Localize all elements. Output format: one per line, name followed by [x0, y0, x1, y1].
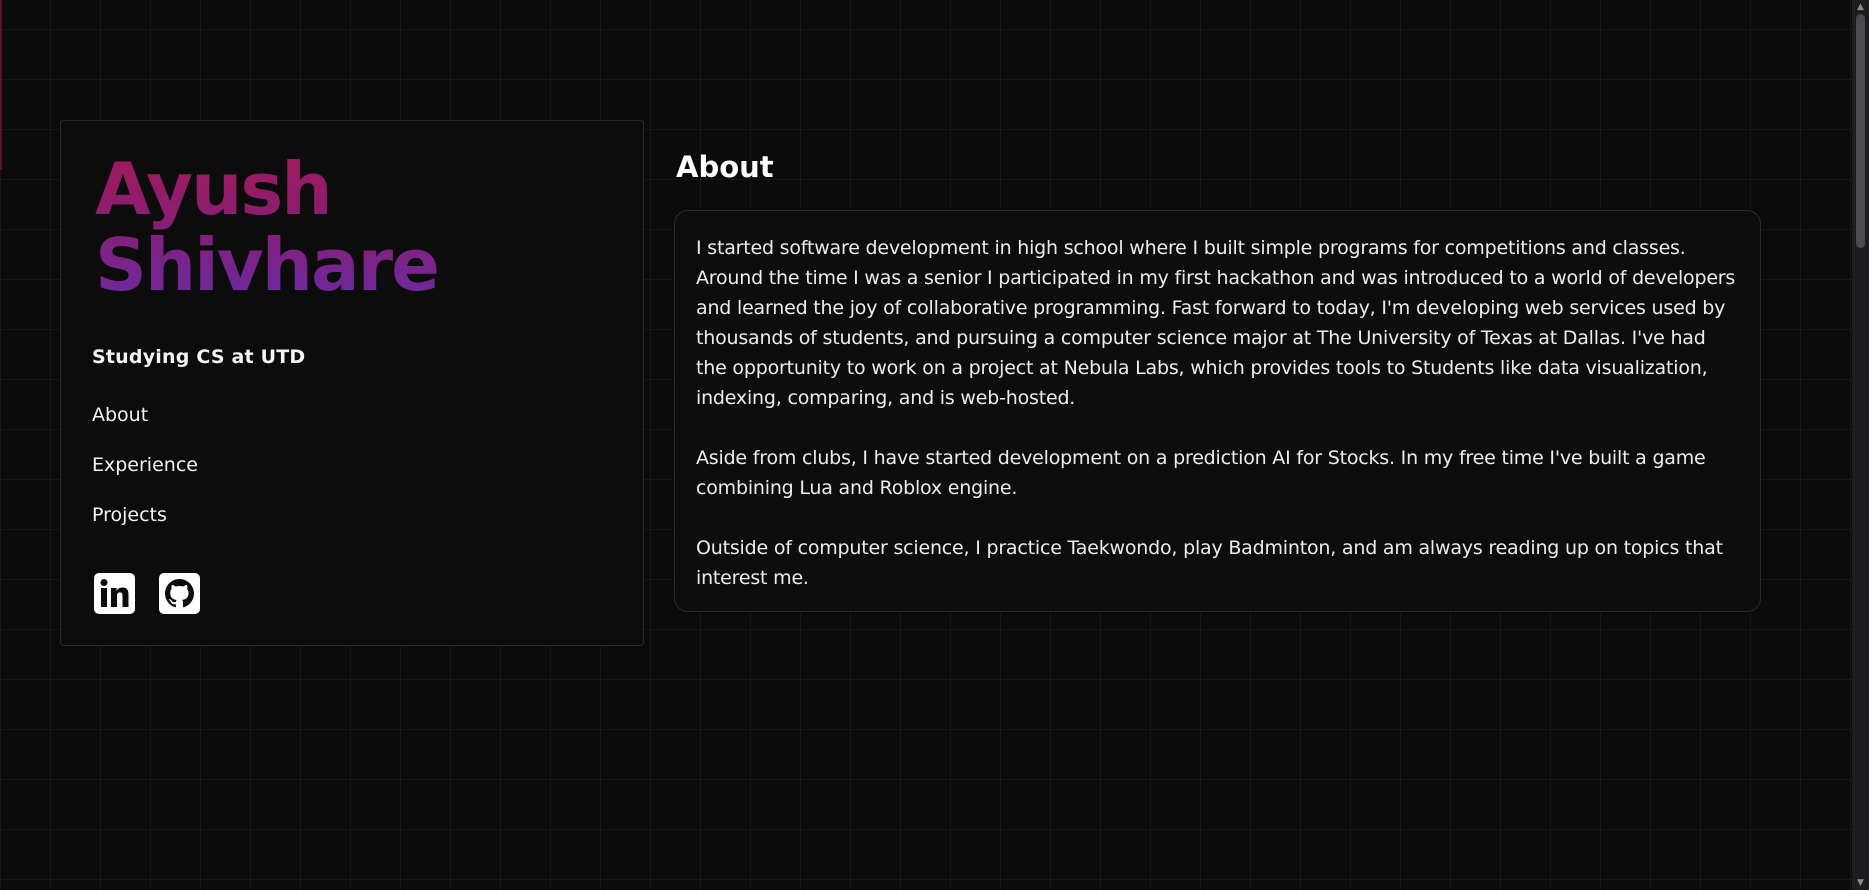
- scroll-thumb[interactable]: [1856, 14, 1865, 248]
- section-nav: About Experience Projects: [92, 403, 198, 553]
- nav-item-about[interactable]: About: [92, 403, 198, 453]
- about-heading: About: [676, 150, 774, 184]
- nav-item-experience[interactable]: Experience: [92, 453, 198, 503]
- about-paragraph: Outside of computer science, I practice …: [696, 537, 1723, 589]
- first-name: Ayush: [95, 147, 331, 231]
- github-link[interactable]: [159, 573, 200, 614]
- linkedin-icon: [94, 573, 135, 614]
- social-links: [94, 573, 200, 614]
- profile-name: Ayush Shivhare: [95, 151, 438, 303]
- profile-sidebar: Ayush Shivhare Studying CS at UTD About …: [60, 120, 644, 646]
- nav-item-projects[interactable]: Projects: [92, 503, 198, 553]
- about-card: I started software development in high s…: [674, 210, 1761, 612]
- scroll-up-icon[interactable]: ▲: [1852, 0, 1869, 14]
- about-paragraph: I started software development in high s…: [696, 237, 1736, 409]
- about-paragraph: Aside from clubs, I have started develop…: [696, 447, 1706, 499]
- page-scrollbar[interactable]: ▲ ▼: [1852, 0, 1869, 890]
- last-name: Shivhare: [95, 223, 438, 307]
- profile-tagline: Studying CS at UTD: [92, 346, 306, 368]
- linkedin-link[interactable]: [94, 573, 135, 614]
- scroll-down-icon[interactable]: ▼: [1852, 876, 1869, 890]
- github-icon: [159, 573, 200, 614]
